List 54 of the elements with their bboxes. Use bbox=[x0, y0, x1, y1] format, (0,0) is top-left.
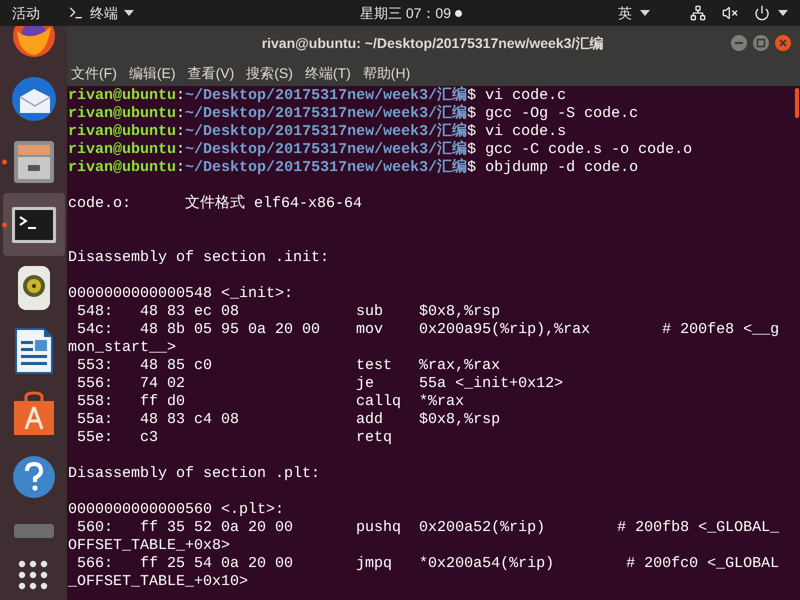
terminal-line: 558: ff d0 callq *%rax bbox=[76, 393, 464, 411]
network-icon[interactable] bbox=[690, 5, 706, 21]
terminal-line: 553: 48 85 c0 test %rax,%rax bbox=[76, 357, 500, 375]
file-cabinet-icon[interactable] bbox=[12, 138, 56, 184]
document-icon[interactable] bbox=[14, 326, 54, 374]
maximize-icon[interactable] bbox=[752, 34, 770, 52]
terminal-icon[interactable] bbox=[10, 206, 56, 244]
running-indicator bbox=[2, 222, 6, 227]
terminal-line: rivan@ubuntu:~/Desktop/20175317new/week3/汇编$ gcc -C code.s -o code.o bbox=[68, 141, 692, 158]
terminal-line: Disassembly of section .init: bbox=[68, 249, 330, 267]
caret-icon bbox=[124, 10, 134, 16]
menu-item[interactable]: 帮助(H) bbox=[362, 62, 410, 84]
input-method-menu[interactable]: 英 bbox=[618, 2, 650, 24]
terminal-line: 548: 48 83 ec 08 sub $0x8,%rsp bbox=[76, 303, 500, 321]
clock[interactable]: 星期三 07：09 bbox=[360, 2, 452, 24]
terminal-line: rivan@ubuntu:~/Desktop/20175317new/week3/汇编$ vi code.c bbox=[68, 87, 566, 104]
terminal-line: 55a: 48 83 c4 08 add $0x8,%rsp bbox=[76, 411, 500, 429]
terminal-line: rivan@ubuntu:~/Desktop/20175317new/week3/汇编$ gcc -Og -S code.c bbox=[68, 105, 638, 122]
power-icon[interactable] bbox=[754, 5, 770, 21]
terminal-line: OFFSET_TABLE_+0x8> bbox=[68, 537, 230, 555]
minimize-icon[interactable] bbox=[730, 34, 748, 52]
mail-icon[interactable] bbox=[10, 74, 58, 122]
terminal-line: mon_start__> bbox=[68, 339, 176, 357]
terminal-line: rivan@ubuntu:~/Desktop/20175317new/week3/汇编$ objdump -d code.o bbox=[68, 159, 638, 177]
caret-icon bbox=[778, 10, 788, 16]
terminal-line: code.o: 文件格式 elf64-x86-64 bbox=[68, 195, 362, 213]
help-icon[interactable] bbox=[12, 454, 56, 498]
running-indicator bbox=[2, 159, 6, 164]
menu-item[interactable]: 终端(T) bbox=[304, 62, 351, 84]
terminal-icon bbox=[68, 5, 84, 21]
terminal-line: _OFFSET_TABLE_+0x10> bbox=[68, 573, 248, 591]
menu-item[interactable]: 编辑(E) bbox=[128, 62, 176, 84]
terminal-line: 560: ff 35 52 0a 20 00 pushq 0x200a52(%rip) # 200fb8 <_GLOBAL_ bbox=[76, 519, 780, 537]
activities-button[interactable]: 活动 bbox=[12, 2, 40, 24]
terminal-line: 55e: c3 retq bbox=[76, 429, 392, 447]
menu-item[interactable]: 文件(F) bbox=[71, 62, 117, 84]
volume-muted-icon[interactable] bbox=[722, 5, 738, 21]
terminal-line: 0000000000000548 <_init>: bbox=[68, 285, 294, 303]
menu-item[interactable]: 搜索(S) bbox=[246, 62, 293, 84]
app-menu[interactable]: 终端 bbox=[68, 2, 134, 24]
menu-item[interactable]: 查看(V) bbox=[188, 62, 234, 84]
terminal-line: 0000000000000560 <.plt>: bbox=[68, 501, 284, 519]
terminal-line: 556: 74 02 je 55a <_init+0x12> bbox=[76, 375, 564, 393]
terminal-line: 54c: 48 8b 05 95 0a 20 00 mov 0x200a95(%rip),%rax # 200fe8 <__g bbox=[76, 321, 780, 339]
terminal-line: rivan@ubuntu:~/Desktop/20175317new/week3/汇编$ vi code.s bbox=[68, 123, 566, 140]
caret-icon bbox=[640, 10, 650, 16]
scrollbar-thumb[interactable] bbox=[795, 88, 799, 118]
terminal-line: Disassembly of section .plt: bbox=[68, 465, 320, 483]
close-icon[interactable] bbox=[774, 34, 792, 52]
app-grid-icon[interactable] bbox=[18, 560, 48, 590]
shopping-bag-icon[interactable] bbox=[12, 390, 56, 436]
terminal-line: 566: ff 25 54 0a 20 00 jmpq *0x200a54(%rip) # 200fc0 <_GLOBAL bbox=[76, 555, 780, 573]
window-title: rivan@ubuntu: ~/Desktop/20175317new/week3/汇编 bbox=[262, 34, 604, 53]
browser-icon[interactable] bbox=[10, 26, 56, 58]
